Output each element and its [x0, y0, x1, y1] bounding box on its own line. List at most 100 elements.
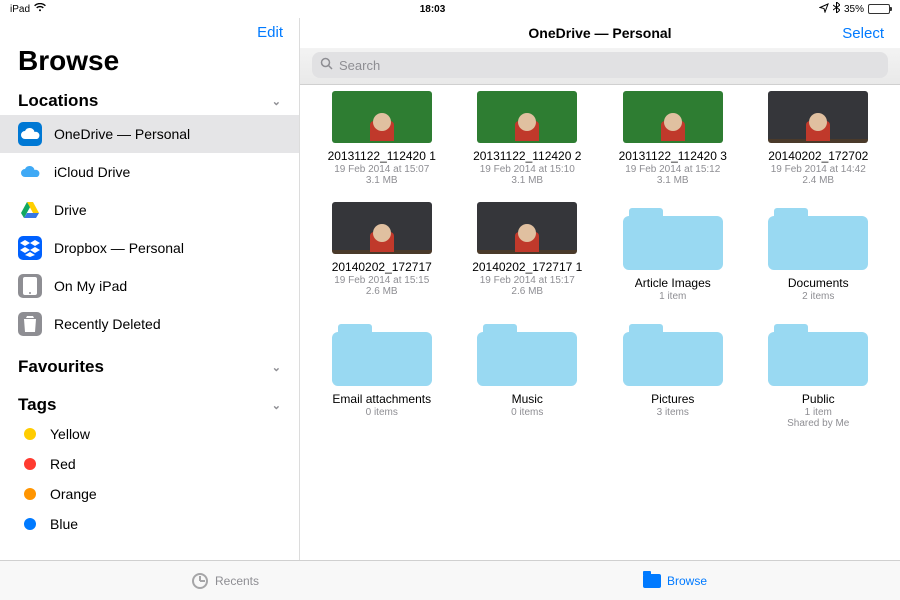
item-name: Email attachments — [332, 392, 431, 406]
bluetooth-icon — [833, 2, 840, 16]
sidebar-item-label: OneDrive — Personal — [54, 126, 190, 142]
item-meta2: 3.1 MB — [511, 175, 543, 186]
tag-dot-icon — [24, 488, 36, 500]
search-input[interactable]: Search — [312, 52, 888, 78]
folder-item[interactable]: Email attachments0 items — [314, 318, 450, 429]
tag-label: Red — [50, 456, 76, 472]
tag-dot-icon — [24, 428, 36, 440]
folder-item[interactable]: Music0 items — [460, 318, 596, 429]
sidebar-item-label: iCloud Drive — [54, 164, 130, 180]
select-button[interactable]: Select — [842, 25, 884, 42]
item-name: 20140202_172702 — [768, 149, 868, 163]
device-label: iPad — [10, 4, 30, 15]
sidebar: Edit Browse Locations ⌄ OneDrive — Perso… — [0, 18, 300, 560]
items-grid: 20131122_112420 119 Feb 2014 at 15:073.1… — [300, 85, 900, 560]
folder-item[interactable]: Documents2 items — [751, 202, 887, 302]
sidebar-item-ipad[interactable]: On My iPad — [0, 267, 299, 305]
folder-icon — [332, 318, 432, 386]
file-item[interactable]: 20131122_112420 219 Feb 2014 at 15:103.1… — [460, 91, 596, 186]
page-title: OneDrive — Personal — [300, 25, 900, 41]
battery-pct: 35% — [844, 4, 864, 15]
folder-icon — [768, 202, 868, 270]
item-meta2: 3.1 MB — [657, 175, 689, 186]
item-meta: 19 Feb 2014 at 15:15 — [334, 275, 429, 286]
item-meta2: 2.6 MB — [366, 286, 398, 297]
folder-icon — [623, 318, 723, 386]
item-meta: 19 Feb 2014 at 15:17 — [480, 275, 575, 286]
locations-header[interactable]: Locations ⌄ — [0, 87, 299, 115]
tag-blue[interactable]: Blue — [0, 509, 299, 539]
tag-red[interactable]: Red — [0, 449, 299, 479]
item-name: Documents — [788, 276, 849, 290]
folder-icon — [768, 318, 868, 386]
file-thumbnail — [332, 91, 432, 143]
file-thumbnail — [477, 202, 577, 254]
search-icon — [320, 57, 333, 73]
file-thumbnail — [623, 91, 723, 143]
clock-label: 18:03 — [420, 4, 446, 15]
item-meta: 19 Feb 2014 at 15:10 — [480, 164, 575, 175]
item-name: Public — [802, 392, 835, 406]
chevron-down-icon: ⌄ — [272, 399, 281, 412]
file-thumbnail — [768, 91, 868, 143]
item-meta2: 2.4 MB — [802, 175, 834, 186]
sidebar-item-label: Recently Deleted — [54, 316, 161, 332]
item-meta: 1 item — [805, 407, 832, 418]
tag-yellow[interactable]: Yellow — [0, 419, 299, 449]
sidebar-item-label: On My iPad — [54, 278, 127, 294]
file-thumbnail — [477, 91, 577, 143]
file-thumbnail — [332, 202, 432, 254]
folder-icon — [477, 318, 577, 386]
sidebar-item-trash[interactable]: Recently Deleted — [0, 305, 299, 343]
chevron-down-icon: ⌄ — [272, 361, 281, 374]
item-meta: 0 items — [366, 407, 398, 418]
ipad-icon — [18, 274, 42, 298]
item-meta: 0 items — [511, 407, 543, 418]
item-meta: 1 item — [659, 291, 686, 302]
trash-icon — [18, 312, 42, 336]
file-item[interactable]: 20140202_172717 119 Feb 2014 at 15:172.6… — [460, 202, 596, 302]
tag-label: Blue — [50, 516, 78, 532]
item-meta2: 3.1 MB — [366, 175, 398, 186]
sidebar-item-label: Drive — [54, 202, 87, 218]
tab-browse[interactable]: Browse — [450, 561, 900, 600]
onedrive-icon — [18, 122, 42, 146]
file-item[interactable]: 20140202_17271719 Feb 2014 at 15:152.6 M… — [314, 202, 450, 302]
tab-recents[interactable]: Recents — [0, 561, 450, 600]
tag-dot-icon — [24, 518, 36, 530]
item-name: 20131122_112420 1 — [328, 149, 436, 163]
search-placeholder: Search — [339, 58, 380, 73]
sidebar-item-gdrive[interactable]: Drive — [0, 191, 299, 229]
item-meta: 19 Feb 2014 at 15:07 — [334, 164, 429, 175]
chevron-down-icon: ⌄ — [272, 95, 281, 108]
item-meta2: 2.6 MB — [511, 286, 543, 297]
item-meta: 19 Feb 2014 at 15:12 — [625, 164, 720, 175]
item-name: 20131122_112420 3 — [619, 149, 727, 163]
sidebar-item-icloud[interactable]: iCloud Drive — [0, 153, 299, 191]
file-item[interactable]: 20140202_17270219 Feb 2014 at 14:422.4 M… — [751, 91, 887, 186]
folder-icon — [643, 572, 661, 590]
location-icon — [819, 3, 829, 16]
file-item[interactable]: 20131122_112420 319 Feb 2014 at 15:123.1… — [605, 91, 741, 186]
tag-orange[interactable]: Orange — [0, 479, 299, 509]
clock-icon — [191, 572, 209, 590]
tag-dot-icon — [24, 458, 36, 470]
tags-header[interactable]: Tags ⌄ — [0, 391, 299, 419]
file-item[interactable]: 20131122_112420 119 Feb 2014 at 15:073.1… — [314, 91, 450, 186]
sidebar-item-onedrive[interactable]: OneDrive — Personal — [0, 115, 299, 153]
tag-label: Orange — [50, 486, 97, 502]
item-meta: 3 items — [657, 407, 689, 418]
folder-item[interactable]: Public1 itemShared by Me — [751, 318, 887, 429]
main-panel: OneDrive — Personal Select Search 201311… — [300, 18, 900, 560]
favourites-header[interactable]: Favourites ⌄ — [0, 353, 299, 381]
wifi-icon — [34, 3, 46, 15]
folder-item[interactable]: Article Images1 item — [605, 202, 741, 302]
item-name: Music — [512, 392, 543, 406]
item-meta: 19 Feb 2014 at 14:42 — [771, 164, 866, 175]
folder-item[interactable]: Pictures3 items — [605, 318, 741, 429]
item-name: Article Images — [635, 276, 711, 290]
edit-button[interactable]: Edit — [0, 20, 299, 41]
battery-icon — [868, 4, 890, 14]
sidebar-title: Browse — [0, 41, 299, 87]
sidebar-item-dropbox[interactable]: Dropbox — Personal — [0, 229, 299, 267]
